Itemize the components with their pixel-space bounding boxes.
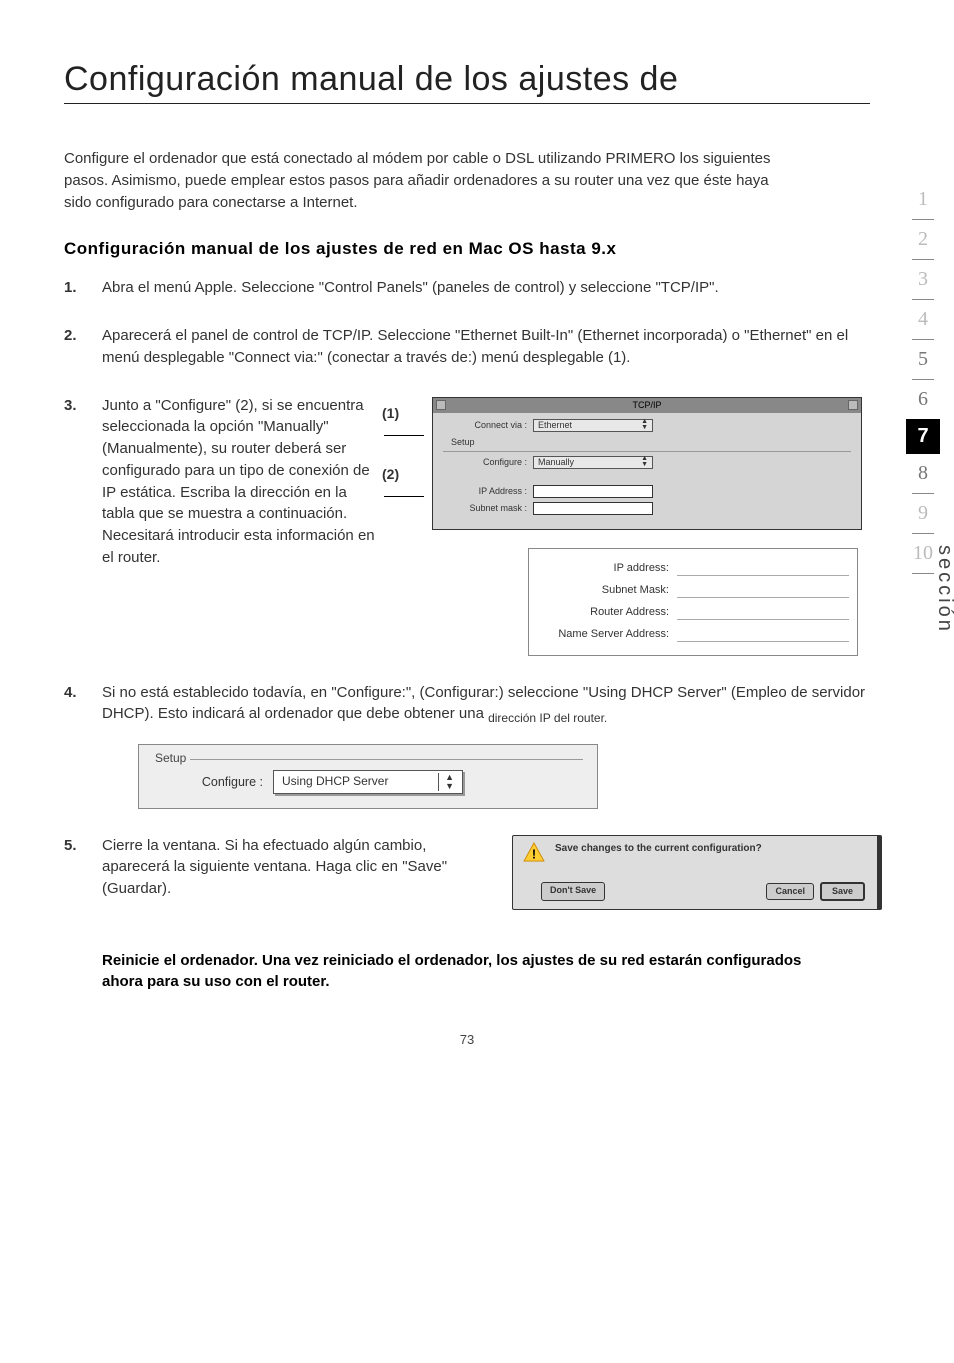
nav-8[interactable]: 8 (906, 454, 940, 493)
dropdown-arrows-icon: ▲▼ (438, 773, 454, 791)
setup-legend: Setup (451, 436, 851, 449)
step-2: 2. Aparecerá el panel de control de TCP/… (64, 325, 870, 369)
save-dialog-message: Save changes to the current configuratio… (555, 842, 762, 862)
subnet-mask-input[interactable] (533, 502, 653, 515)
step-text-sub: dirección IP del router. (488, 710, 607, 727)
cancel-button[interactable]: Cancel (766, 883, 814, 900)
page-title: Configuración manual de los ajustes de (64, 60, 870, 99)
nav-9[interactable]: 9 (906, 494, 940, 533)
connect-via-select[interactable]: Ethernet▲▼ (533, 419, 653, 432)
step-5: 5. Cierre la ventana. Si ha efectuado al… (64, 835, 870, 910)
configure-label: Configure : (443, 456, 533, 469)
callout-1: (1) (382, 405, 399, 421)
step-text: Cierre la ventana. Si ha efectuado algún… (102, 835, 492, 910)
step-text: Abra el menú Apple. Seleccione "Control … (102, 277, 870, 299)
subnet-mask-label: Subnet mask : (443, 502, 533, 515)
footer-note: Reinicie el ordenador. Una vez reiniciad… (102, 950, 822, 992)
dont-save-button[interactable]: Don't Save (541, 882, 605, 901)
step-text: Si no está establecido todavía, en "Conf… (102, 684, 865, 723)
connect-via-label: Connect via : (443, 419, 533, 432)
setup-dialog: Setup Configure : Using DHCP Server ▲▼ (138, 744, 598, 809)
svg-text:!: ! (532, 846, 536, 861)
step-text: Aparecerá el panel de control de TCP/IP.… (102, 325, 870, 369)
nav-4[interactable]: 4 (906, 300, 940, 339)
ip-row-value (677, 562, 849, 576)
warning-icon: ! (523, 842, 545, 862)
tcpip-dialog-title: TCP/IP (433, 398, 861, 413)
nav-7-current[interactable]: 7 (906, 419, 940, 454)
section-label: sección (933, 545, 954, 634)
router-row-value (677, 606, 849, 620)
callout-2: (2) (382, 466, 399, 482)
step-3: 3. Junto a "Configure" (2), si se encuen… (64, 395, 870, 656)
step-num: 5. (64, 835, 102, 910)
nav-2[interactable]: 2 (906, 220, 940, 259)
dropdown-arrows-icon: ▲▼ (641, 419, 648, 431)
nav-1[interactable]: 1 (906, 180, 940, 219)
dropdown-arrows-icon: ▲▼ (641, 456, 648, 468)
tcpip-dialog: TCP/IP Connect via : Ethernet▲▼ Setup Co… (432, 397, 862, 530)
page-number: 73 (64, 1032, 870, 1047)
subnet-row-value (677, 584, 849, 598)
step-text: Junto a "Configure" (2), si se encuentra… (102, 395, 382, 656)
save-button[interactable]: Save (820, 882, 865, 901)
step-num: 1. (64, 277, 102, 299)
nav-3[interactable]: 3 (906, 260, 940, 299)
setup-legend: Setup (151, 750, 190, 767)
configure-select[interactable]: Using DHCP Server ▲▼ (273, 770, 463, 794)
nav-5[interactable]: 5 (906, 340, 940, 379)
step-num: 3. (64, 395, 102, 656)
ip-row-label: IP address: (537, 561, 677, 577)
step-num: 4. (64, 682, 102, 809)
address-table: IP address: Subnet Mask: Router Address:… (528, 548, 858, 656)
section-heading: Configuración manual de los ajustes de r… (64, 239, 870, 259)
save-dialog: ! Save changes to the current configurat… (512, 835, 882, 910)
configure-select[interactable]: Manually▲▼ (533, 456, 653, 469)
router-row-label: Router Address: (537, 605, 677, 621)
configure-label: Configure : (193, 773, 273, 791)
ns-row-label: Name Server Address: (537, 627, 677, 643)
section-nav: 1 2 3 4 5 6 7 8 9 10 (906, 180, 940, 574)
nav-6[interactable]: 6 (906, 380, 940, 419)
intro-text: Configure el ordenador que está conectad… (64, 148, 784, 213)
ip-address-label: IP Address : (443, 485, 533, 498)
step-4: 4. Si no está establecido todavía, en "C… (64, 682, 870, 809)
step-num: 2. (64, 325, 102, 369)
step-1: 1. Abra el menú Apple. Seleccione "Contr… (64, 277, 870, 299)
subnet-row-label: Subnet Mask: (537, 583, 677, 599)
ns-row-value (677, 628, 849, 642)
title-rule (64, 103, 870, 104)
ip-address-input[interactable] (533, 485, 653, 498)
